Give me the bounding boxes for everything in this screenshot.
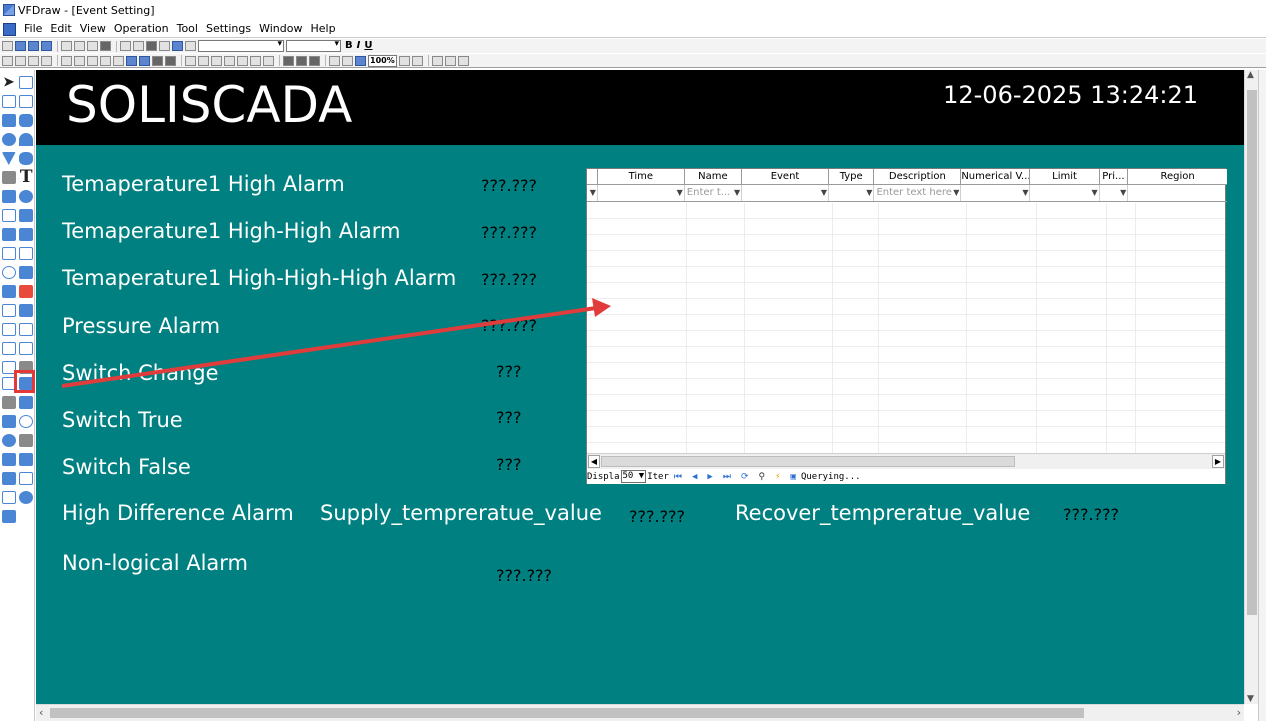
arrow-head: [592, 298, 611, 317]
scroll-left-icon[interactable]: ‹: [39, 706, 43, 719]
scroll-right-icon[interactable]: ›: [1237, 706, 1241, 719]
scroll-down-icon[interactable]: ▼: [1247, 694, 1254, 704]
scroll-up-icon[interactable]: ▲: [1247, 70, 1254, 80]
scroll-thumb[interactable]: [50, 708, 1084, 718]
annotation-arrow: [61, 298, 611, 388]
side-panel-edge: [1258, 70, 1266, 721]
scroll-thumb[interactable]: [1247, 90, 1257, 615]
arrow-shaft: [61, 306, 597, 388]
canvas-vertical-scrollbar[interactable]: ▲ ▼: [1244, 70, 1258, 704]
canvas-horizontal-scrollbar[interactable]: ‹ ›: [36, 704, 1244, 721]
